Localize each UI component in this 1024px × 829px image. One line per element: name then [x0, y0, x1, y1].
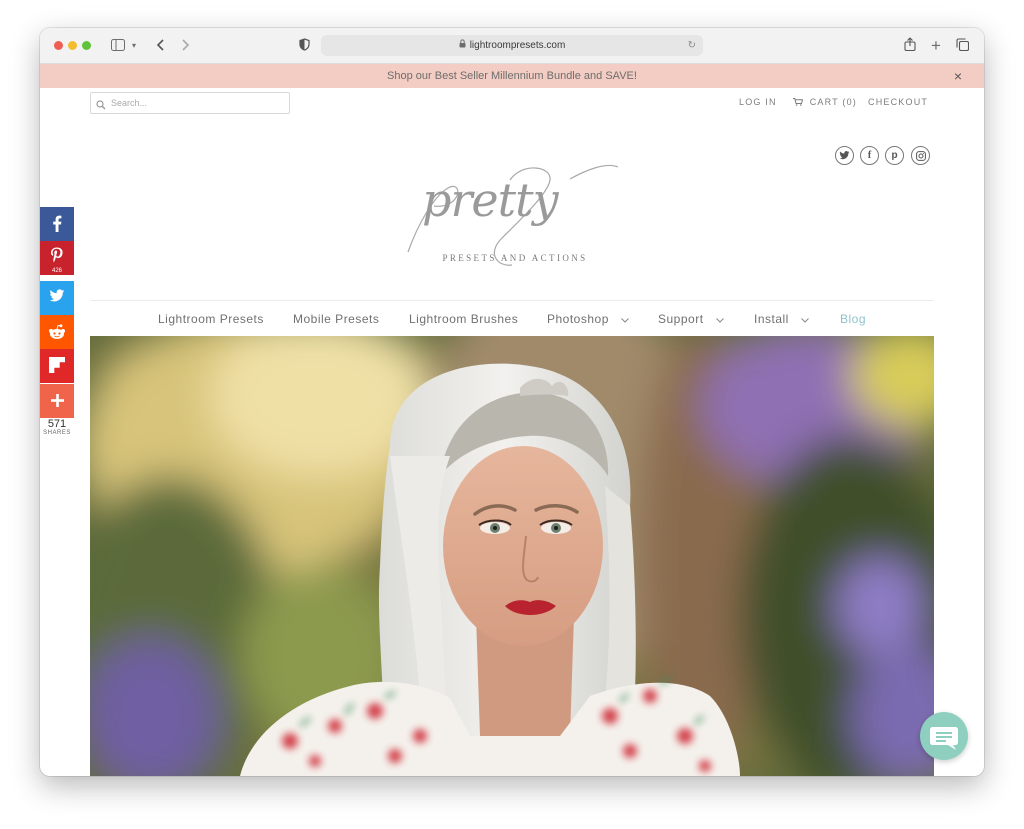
pinterest-icon: [50, 247, 64, 267]
facebook-icon[interactable]: f: [860, 146, 879, 165]
page: ▾ lightroompresets.com ↻ + Shop our Best…: [0, 0, 1024, 829]
site-logo[interactable]: pretty PRESETS AND ACTIONS: [400, 144, 630, 274]
share-count-total: 571 SHARES: [40, 418, 74, 436]
nav-label: Photoshop: [547, 312, 609, 326]
chat-bubble-icon: [920, 727, 968, 764]
login-link[interactable]: LOG IN: [739, 97, 777, 107]
browser-window: ▾ lightroompresets.com ↻ + Shop our Best…: [40, 28, 984, 776]
share-icon[interactable]: [902, 36, 918, 56]
nav-install[interactable]: Install: [754, 312, 809, 326]
logo-script: pretty: [422, 173, 560, 227]
chevron-down-icon: [801, 315, 809, 325]
nav-label: Install: [754, 312, 789, 326]
plus-icon: [50, 394, 64, 411]
nav-label: Lightroom Brushes: [409, 312, 519, 326]
pinterest-share-button[interactable]: 426: [40, 241, 74, 275]
chevron-down-icon[interactable]: ▾: [130, 36, 138, 56]
reddit-share-button[interactable]: [40, 315, 74, 349]
more-share-button[interactable]: [40, 384, 74, 418]
flipboard-icon: [49, 357, 65, 377]
twitter-icon[interactable]: [835, 146, 854, 165]
chat-widget-button[interactable]: [920, 712, 968, 760]
privacy-shield-icon[interactable]: [297, 36, 311, 56]
facebook-share-button[interactable]: [40, 207, 74, 241]
logo-tagline: PRESETS AND ACTIONS: [442, 253, 587, 263]
chevron-down-icon: [715, 315, 724, 325]
hero-image: [90, 336, 934, 776]
share-total-label: SHARES: [43, 430, 71, 436]
checkout-link[interactable]: CHECKOUT: [868, 97, 928, 107]
browser-toolbar: ▾ lightroompresets.com ↻ +: [40, 28, 984, 64]
search-input[interactable]: [111, 95, 283, 111]
pinterest-share-count: 426: [51, 268, 62, 274]
nav-lightroom-presets[interactable]: Lightroom Presets: [158, 312, 264, 326]
instagram-icon[interactable]: [911, 146, 930, 165]
url-text: lightroompresets.com: [469, 40, 566, 52]
twitter-icon: [49, 289, 65, 307]
nav-blog[interactable]: Blog: [840, 312, 866, 326]
nav-label: Lightroom Presets: [158, 312, 264, 326]
back-icon[interactable]: [153, 36, 167, 56]
main-nav: Lightroom Presets Mobile Presets Lightro…: [90, 306, 934, 332]
zoom-window-button[interactable]: [82, 41, 91, 50]
pinterest-icon[interactable]: p: [885, 146, 904, 165]
nav-support[interactable]: Support: [658, 312, 724, 326]
chevron-down-icon: [621, 315, 629, 325]
sidebar-toggle-icon[interactable]: [110, 36, 126, 56]
minimize-window-button[interactable]: [68, 41, 77, 50]
close-window-button[interactable]: [54, 41, 63, 50]
search-icon: [96, 97, 108, 110]
promo-banner[interactable]: Shop our Best Seller Millennium Bundle a…: [40, 64, 984, 88]
reload-icon[interactable]: ↻: [688, 35, 696, 56]
reddit-icon: [48, 324, 66, 344]
flipboard-share-button[interactable]: [40, 349, 74, 383]
nav-label: Support: [658, 312, 704, 326]
nav-photoshop[interactable]: Photoshop: [547, 312, 629, 326]
nav-label: Blog: [840, 312, 867, 326]
promo-text[interactable]: Shop our Best Seller Millennium Bundle a…: [387, 70, 637, 82]
twitter-share-button[interactable]: [40, 281, 74, 315]
share-total-number: 571: [47, 418, 67, 430]
lock-icon: [459, 35, 466, 56]
new-tab-icon[interactable]: +: [929, 36, 943, 56]
nav-lightroom-brushes[interactable]: Lightroom Brushes: [409, 312, 518, 326]
nav-label: Mobile Presets: [293, 312, 380, 326]
tab-overview-icon[interactable]: [954, 36, 970, 56]
nav-divider: [90, 300, 934, 301]
nav-mobile-presets[interactable]: Mobile Presets: [293, 312, 379, 326]
forward-icon[interactable]: [179, 36, 193, 56]
address-bar[interactable]: lightroompresets.com ↻: [321, 35, 703, 56]
search-box[interactable]: [90, 92, 290, 114]
close-icon[interactable]: ×: [954, 64, 962, 88]
cart-label: CART (0): [809, 97, 857, 107]
facebook-icon: [52, 215, 62, 236]
cart-link[interactable]: CART (0): [793, 97, 857, 107]
cart-icon: [793, 97, 810, 107]
